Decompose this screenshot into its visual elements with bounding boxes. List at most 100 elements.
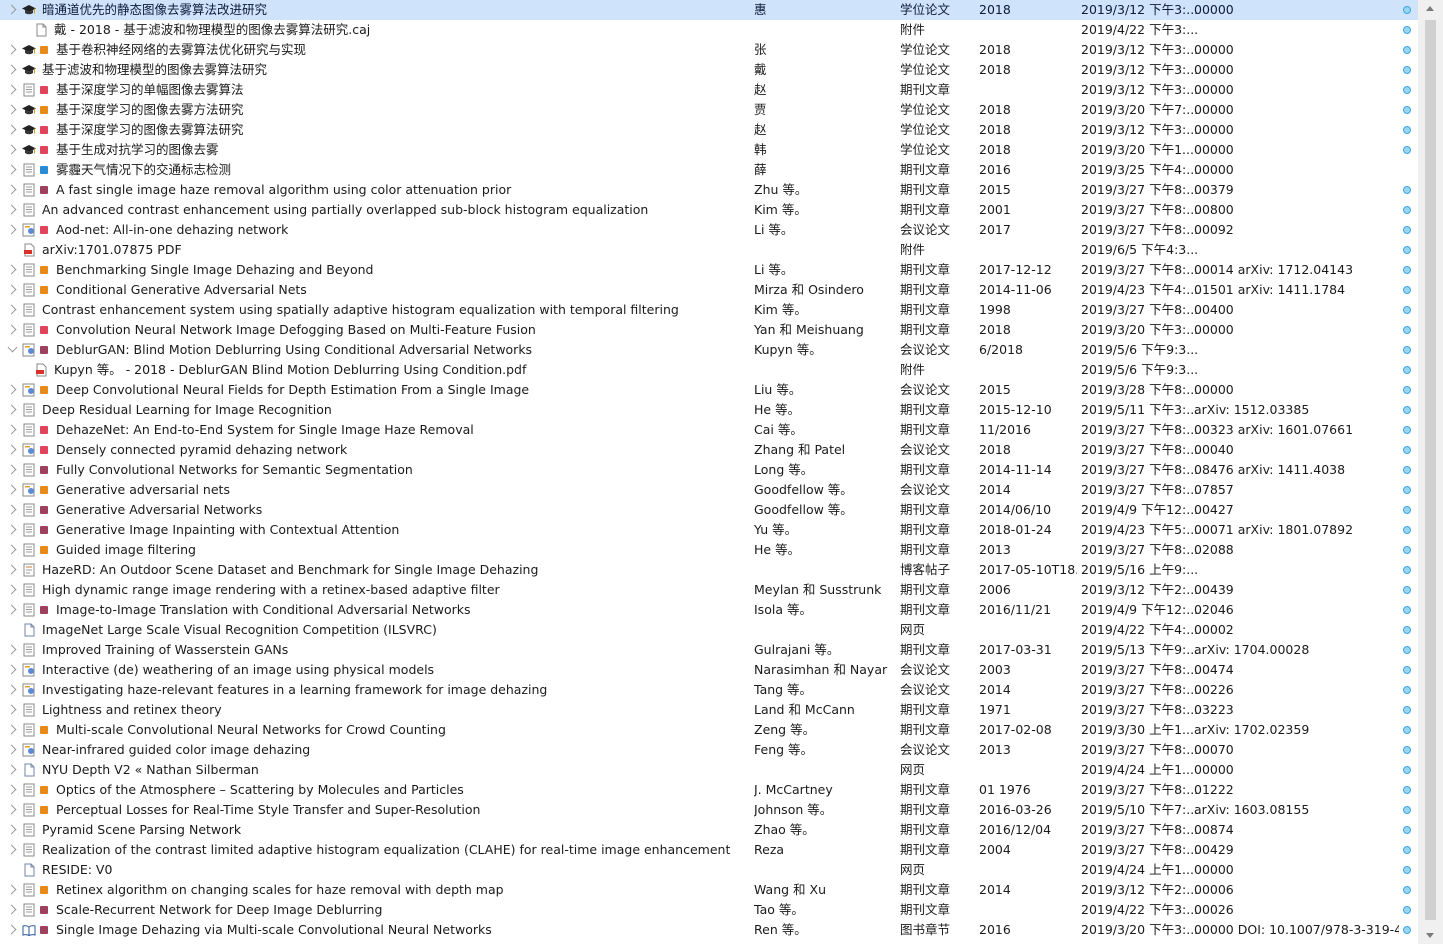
item-row[interactable]: Realization of the contrast limited adap… (0, 840, 1418, 860)
item-row[interactable]: Deep Residual Learning for Image Recogni… (0, 400, 1418, 420)
item-row[interactable]: NYU Depth V2 « Nathan Silberman 网页 2019/4/… (0, 760, 1418, 780)
attachment-indicator-icon[interactable] (1403, 46, 1411, 54)
chevron-right-icon[interactable] (6, 104, 17, 115)
attachment-indicator-icon[interactable] (1403, 526, 1411, 534)
attachment-indicator-icon[interactable] (1403, 806, 1411, 814)
chevron-right-icon[interactable] (6, 84, 17, 95)
scroll-up-arrow-icon[interactable] (1426, 6, 1434, 11)
attachment-indicator-icon[interactable] (1403, 906, 1411, 914)
item-row[interactable]: Aod-net: All-in-one dehazing network Li 等… (0, 220, 1418, 240)
attachment-indicator-icon[interactable] (1403, 406, 1411, 414)
attachment-row[interactable]: arXiv:1701.07875 PDF 附件 2019/6/5 下午4:3... (0, 240, 1418, 260)
chevron-right-icon[interactable] (6, 304, 17, 315)
item-row[interactable]: High dynamic range image rendering with … (0, 580, 1418, 600)
chevron-right-icon[interactable] (6, 504, 17, 515)
item-row[interactable]: Perceptual Losses for Real-Time Style Tr… (0, 800, 1418, 820)
item-row[interactable]: Investigating haze-relevant features in … (0, 680, 1418, 700)
attachment-indicator-icon[interactable] (1403, 226, 1411, 234)
item-row[interactable]: ImageNet Large Scale Visual Recognition … (0, 620, 1418, 640)
attachment-indicator-icon[interactable] (1403, 326, 1411, 334)
attachment-indicator-icon[interactable] (1403, 626, 1411, 634)
attachment-indicator-icon[interactable] (1403, 6, 1411, 14)
item-row[interactable]: Deep Convolutional Neural Fields for Dep… (0, 380, 1418, 400)
chevron-right-icon[interactable] (6, 804, 17, 815)
item-row[interactable]: Retinex algorithm on changing scales for… (0, 880, 1418, 900)
chevron-right-icon[interactable] (6, 704, 17, 715)
chevron-right-icon[interactable] (6, 184, 17, 195)
chevron-right-icon[interactable] (6, 524, 17, 535)
chevron-right-icon[interactable] (6, 144, 17, 155)
chevron-right-icon[interactable] (6, 764, 17, 775)
vertical-scrollbar[interactable] (1418, 0, 1443, 944)
chevron-right-icon[interactable] (6, 124, 17, 135)
item-row[interactable]: A fast single image haze removal algorit… (0, 180, 1418, 200)
chevron-right-icon[interactable] (6, 404, 17, 415)
item-row[interactable]: Optics of the Atmosphere – Scattering by… (0, 780, 1418, 800)
chevron-right-icon[interactable] (6, 164, 17, 175)
item-row[interactable]: 基于滤波和物理模型的图像去雾算法研究 戴 学位论文 2018 2019/3/12 下午3… (0, 60, 1418, 80)
item-row[interactable]: RESIDE: V0 网页 2019/4/24 上午1... 00000 (0, 860, 1418, 880)
attachment-indicator-icon[interactable] (1403, 266, 1411, 274)
chevron-right-icon[interactable] (6, 224, 17, 235)
chevron-right-icon[interactable] (6, 284, 17, 295)
chevron-right-icon[interactable] (6, 884, 17, 895)
attachment-indicator-icon[interactable] (1403, 646, 1411, 654)
attachment-indicator-icon[interactable] (1403, 726, 1411, 734)
chevron-right-icon[interactable] (6, 584, 17, 595)
chevron-right-icon[interactable] (6, 744, 17, 755)
chevron-right-icon[interactable] (6, 484, 17, 495)
item-row[interactable]: Interactive (de) weathering of an image … (0, 660, 1418, 680)
attachment-indicator-icon[interactable] (1403, 486, 1411, 494)
attachment-indicator-icon[interactable] (1403, 126, 1411, 134)
item-row[interactable]: DehazeNet: An End-to-End System for Sing… (0, 420, 1418, 440)
chevron-right-icon[interactable] (6, 564, 17, 575)
chevron-right-icon[interactable] (6, 424, 17, 435)
chevron-right-icon[interactable] (6, 4, 17, 15)
attachment-indicator-icon[interactable] (1403, 66, 1411, 74)
attachment-indicator-icon[interactable] (1403, 86, 1411, 94)
item-row[interactable]: Improved Training of Wasserstein GANs Gul… (0, 640, 1418, 660)
item-row[interactable]: Convolution Neural Network Image Defoggi… (0, 320, 1418, 340)
attachment-indicator-icon[interactable] (1403, 766, 1411, 774)
attachment-indicator-icon[interactable] (1403, 506, 1411, 514)
item-row[interactable]: Densely connected pyramid dehazing netwo… (0, 440, 1418, 460)
chevron-right-icon[interactable] (6, 824, 17, 835)
item-row[interactable]: Pyramid Scene Parsing Network Zhao 等。 期刊文章… (0, 820, 1418, 840)
item-row[interactable]: Scale-Recurrent Network for Deep Image D… (0, 900, 1418, 920)
attachment-indicator-icon[interactable] (1403, 306, 1411, 314)
attachment-indicator-icon[interactable] (1403, 886, 1411, 894)
chevron-down-icon[interactable] (7, 342, 18, 353)
attachment-indicator-icon[interactable] (1403, 786, 1411, 794)
chevron-right-icon[interactable] (6, 544, 17, 555)
item-row[interactable]: Contrast enhancement system using spatia… (0, 300, 1418, 320)
item-row[interactable]: Near-infrared guided color image dehazin… (0, 740, 1418, 760)
attachment-indicator-icon[interactable] (1403, 586, 1411, 594)
attachment-indicator-icon[interactable] (1403, 146, 1411, 154)
attachment-indicator-icon[interactable] (1403, 566, 1411, 574)
attachment-indicator-icon[interactable] (1403, 926, 1411, 934)
attachment-indicator-icon[interactable] (1403, 286, 1411, 294)
item-row[interactable]: 基于卷积神经网络的去雾算法优化研究与实现 张 学位论文 2018 2019/3/12 下… (0, 40, 1418, 60)
chevron-right-icon[interactable] (6, 644, 17, 655)
item-row[interactable]: Image-to-Image Translation with Conditio… (0, 600, 1418, 620)
attachment-indicator-icon[interactable] (1403, 26, 1411, 34)
attachment-indicator-icon[interactable] (1403, 606, 1411, 614)
attachment-indicator-icon[interactable] (1403, 106, 1411, 114)
item-row[interactable]: Single Image Dehazing via Multi-scale Co… (0, 920, 1418, 940)
chevron-right-icon[interactable] (6, 64, 17, 75)
item-row[interactable]: DeblurGAN: Blind Motion Deblurring Using… (0, 340, 1418, 360)
attachment-indicator-icon[interactable] (1403, 866, 1411, 874)
attachment-indicator-icon[interactable] (1403, 706, 1411, 714)
chevron-right-icon[interactable] (6, 724, 17, 735)
attachment-indicator-icon[interactable] (1403, 246, 1411, 254)
item-row[interactable]: 基于生成对抗学习的图像去雾 韩 学位论文 2018 2019/3/20 下午1... 00… (0, 140, 1418, 160)
attachment-indicator-icon[interactable] (1403, 826, 1411, 834)
chevron-right-icon[interactable] (6, 324, 17, 335)
attachment-indicator-icon[interactable] (1403, 466, 1411, 474)
item-row[interactable]: Conditional Generative Adversarial Nets M… (0, 280, 1418, 300)
scroll-down-arrow-icon[interactable] (1426, 933, 1434, 938)
chevron-right-icon[interactable] (6, 204, 17, 215)
item-row[interactable]: 基于深度学习的图像去雾算法研究 赵 学位论文 2018 2019/3/12 下午3:..… (0, 120, 1418, 140)
item-row[interactable]: Lightness and retinex theory Land 和 McCan… (0, 700, 1418, 720)
item-row[interactable]: Guided image filtering He 等。 期刊文章 2013 2019/… (0, 540, 1418, 560)
